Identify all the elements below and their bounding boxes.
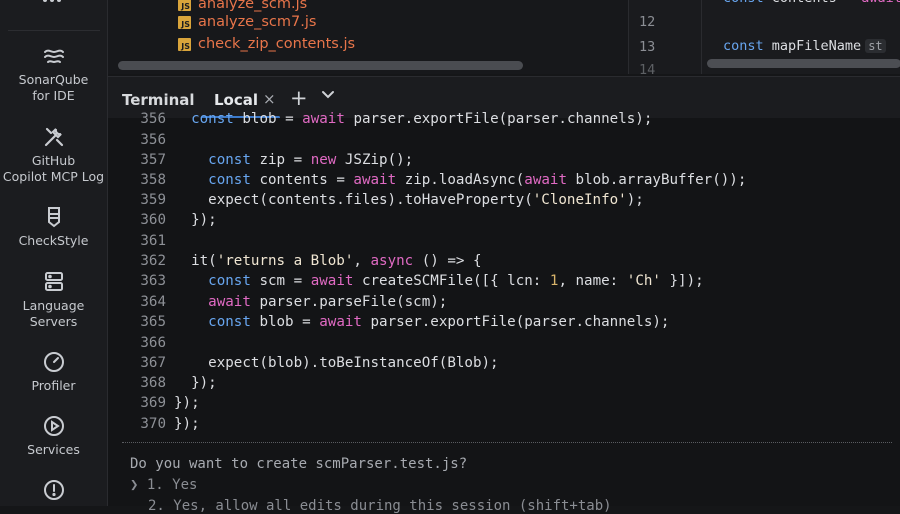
close-icon[interactable]: × (263, 90, 276, 108)
sidebar-label: for IDE (32, 88, 75, 103)
code-line: 358 const contents = await zip.loadAsync… (140, 172, 747, 188)
gauge-icon (42, 350, 66, 374)
sidebar-item-profiler[interactable]: Profiler (0, 350, 107, 394)
js-file-icon: JS (178, 15, 191, 29)
option-yes-all[interactable]: 2. Yes, allow all edits during this sess… (148, 498, 612, 514)
code-line: 359 expect(contents.files).toHavePropert… (140, 192, 644, 208)
code-line: 360 }); (140, 212, 217, 228)
sidebar-label: Servers (29, 314, 78, 329)
sidebar-divider (8, 30, 100, 31)
sidebar-label: SonarQube (18, 72, 89, 87)
project-tree: JS analyze_scm.js JS analyze_scm7.js JS … (108, 0, 628, 74)
terminal-output[interactable]: 356 const blob = await parser.exportFile… (108, 111, 900, 514)
code-editor[interactable]: const contents = await 12 13 const mapFi… (628, 0, 900, 78)
sidebar-label: Copilot MCP Log (2, 169, 105, 184)
server-icon (42, 270, 66, 294)
line-number: 13 (639, 39, 656, 55)
sidebar-item-problems[interactable] (0, 478, 107, 506)
code-line: const contents = await (723, 0, 900, 6)
code-line: 370}); (140, 416, 200, 432)
more-icon[interactable] (42, 0, 62, 6)
tool-sidebar: SonarQube for IDE GitHub Copilot MCP Log… (0, 0, 108, 506)
line-number: 12 (639, 14, 656, 30)
file-name: analyze_scm7.js (198, 14, 317, 30)
alert-icon (42, 478, 66, 502)
terminal-title: Terminal (122, 91, 195, 109)
sidebar-label: CheckStyle (18, 233, 89, 248)
inlay-hint: st (865, 39, 886, 53)
tab-local[interactable]: Local (214, 91, 258, 109)
sidebar-item-sonarqube[interactable]: SonarQube for IDE (0, 44, 107, 104)
sidebar-label: Profiler (31, 378, 76, 393)
code-line: 362 it('returns a Blob', async () => { (140, 253, 482, 269)
horizontal-scrollbar[interactable] (118, 61, 523, 70)
code-line: const mapFileName st (723, 38, 886, 54)
js-file-icon: JS (178, 0, 191, 11)
file-name: analyze_scm.js (198, 0, 308, 12)
sidebar-item-language-servers[interactable]: Language Servers (0, 270, 107, 330)
code-line: 364 await parser.parseFile(scm); (140, 294, 448, 310)
gutter-divider (701, 0, 702, 74)
sidebar-label: Language (22, 298, 85, 313)
code-line: 357 const zip = new JSZip(); (140, 152, 414, 168)
code-line: 361 (140, 233, 166, 249)
code-line: 368 }); (140, 375, 217, 391)
checkstyle-icon (42, 205, 66, 229)
horizontal-scrollbar[interactable] (707, 59, 900, 68)
sidebar-label: Services (27, 442, 80, 457)
sidebar-label: GitHub (31, 153, 76, 168)
code-line: 356 const blob = await parser.exportFile… (140, 111, 653, 127)
sidebar-item-services[interactable]: Services (0, 414, 107, 458)
play-circle-icon (42, 414, 66, 438)
sidebar-item-checkstyle[interactable]: CheckStyle (0, 205, 107, 249)
code-line: 366 (140, 335, 166, 351)
code-line: 363 const scm = await createSCMFile([{ l… (140, 273, 704, 289)
sidebar-item-github-copilot-mcp[interactable]: GitHub Copilot MCP Log (0, 125, 107, 185)
code-line: 356 (140, 132, 166, 148)
tree-item-file[interactable]: JS check_zip_contents.js (178, 34, 355, 54)
code-line: 369}); (140, 395, 200, 411)
option-yes[interactable]: ❯ 1. Yes (130, 477, 197, 493)
add-tab-button[interactable]: + (290, 86, 308, 110)
js-file-icon: JS (178, 37, 191, 51)
tools-icon (42, 125, 66, 149)
code-line: 365 const blob = await parser.exportFile… (140, 314, 670, 330)
sonarqube-icon (42, 44, 66, 68)
tree-item-file[interactable]: JS analyze_scm7.js (178, 12, 316, 32)
chevron-down-icon[interactable] (321, 88, 335, 104)
code-line: 367 expect(blob).toBeInstanceOf(Blob); (140, 355, 499, 371)
confirm-prompt: Do you want to create scmParser.test.js? (130, 456, 468, 472)
separator (122, 442, 892, 443)
file-name: check_zip_contents.js (198, 36, 356, 52)
